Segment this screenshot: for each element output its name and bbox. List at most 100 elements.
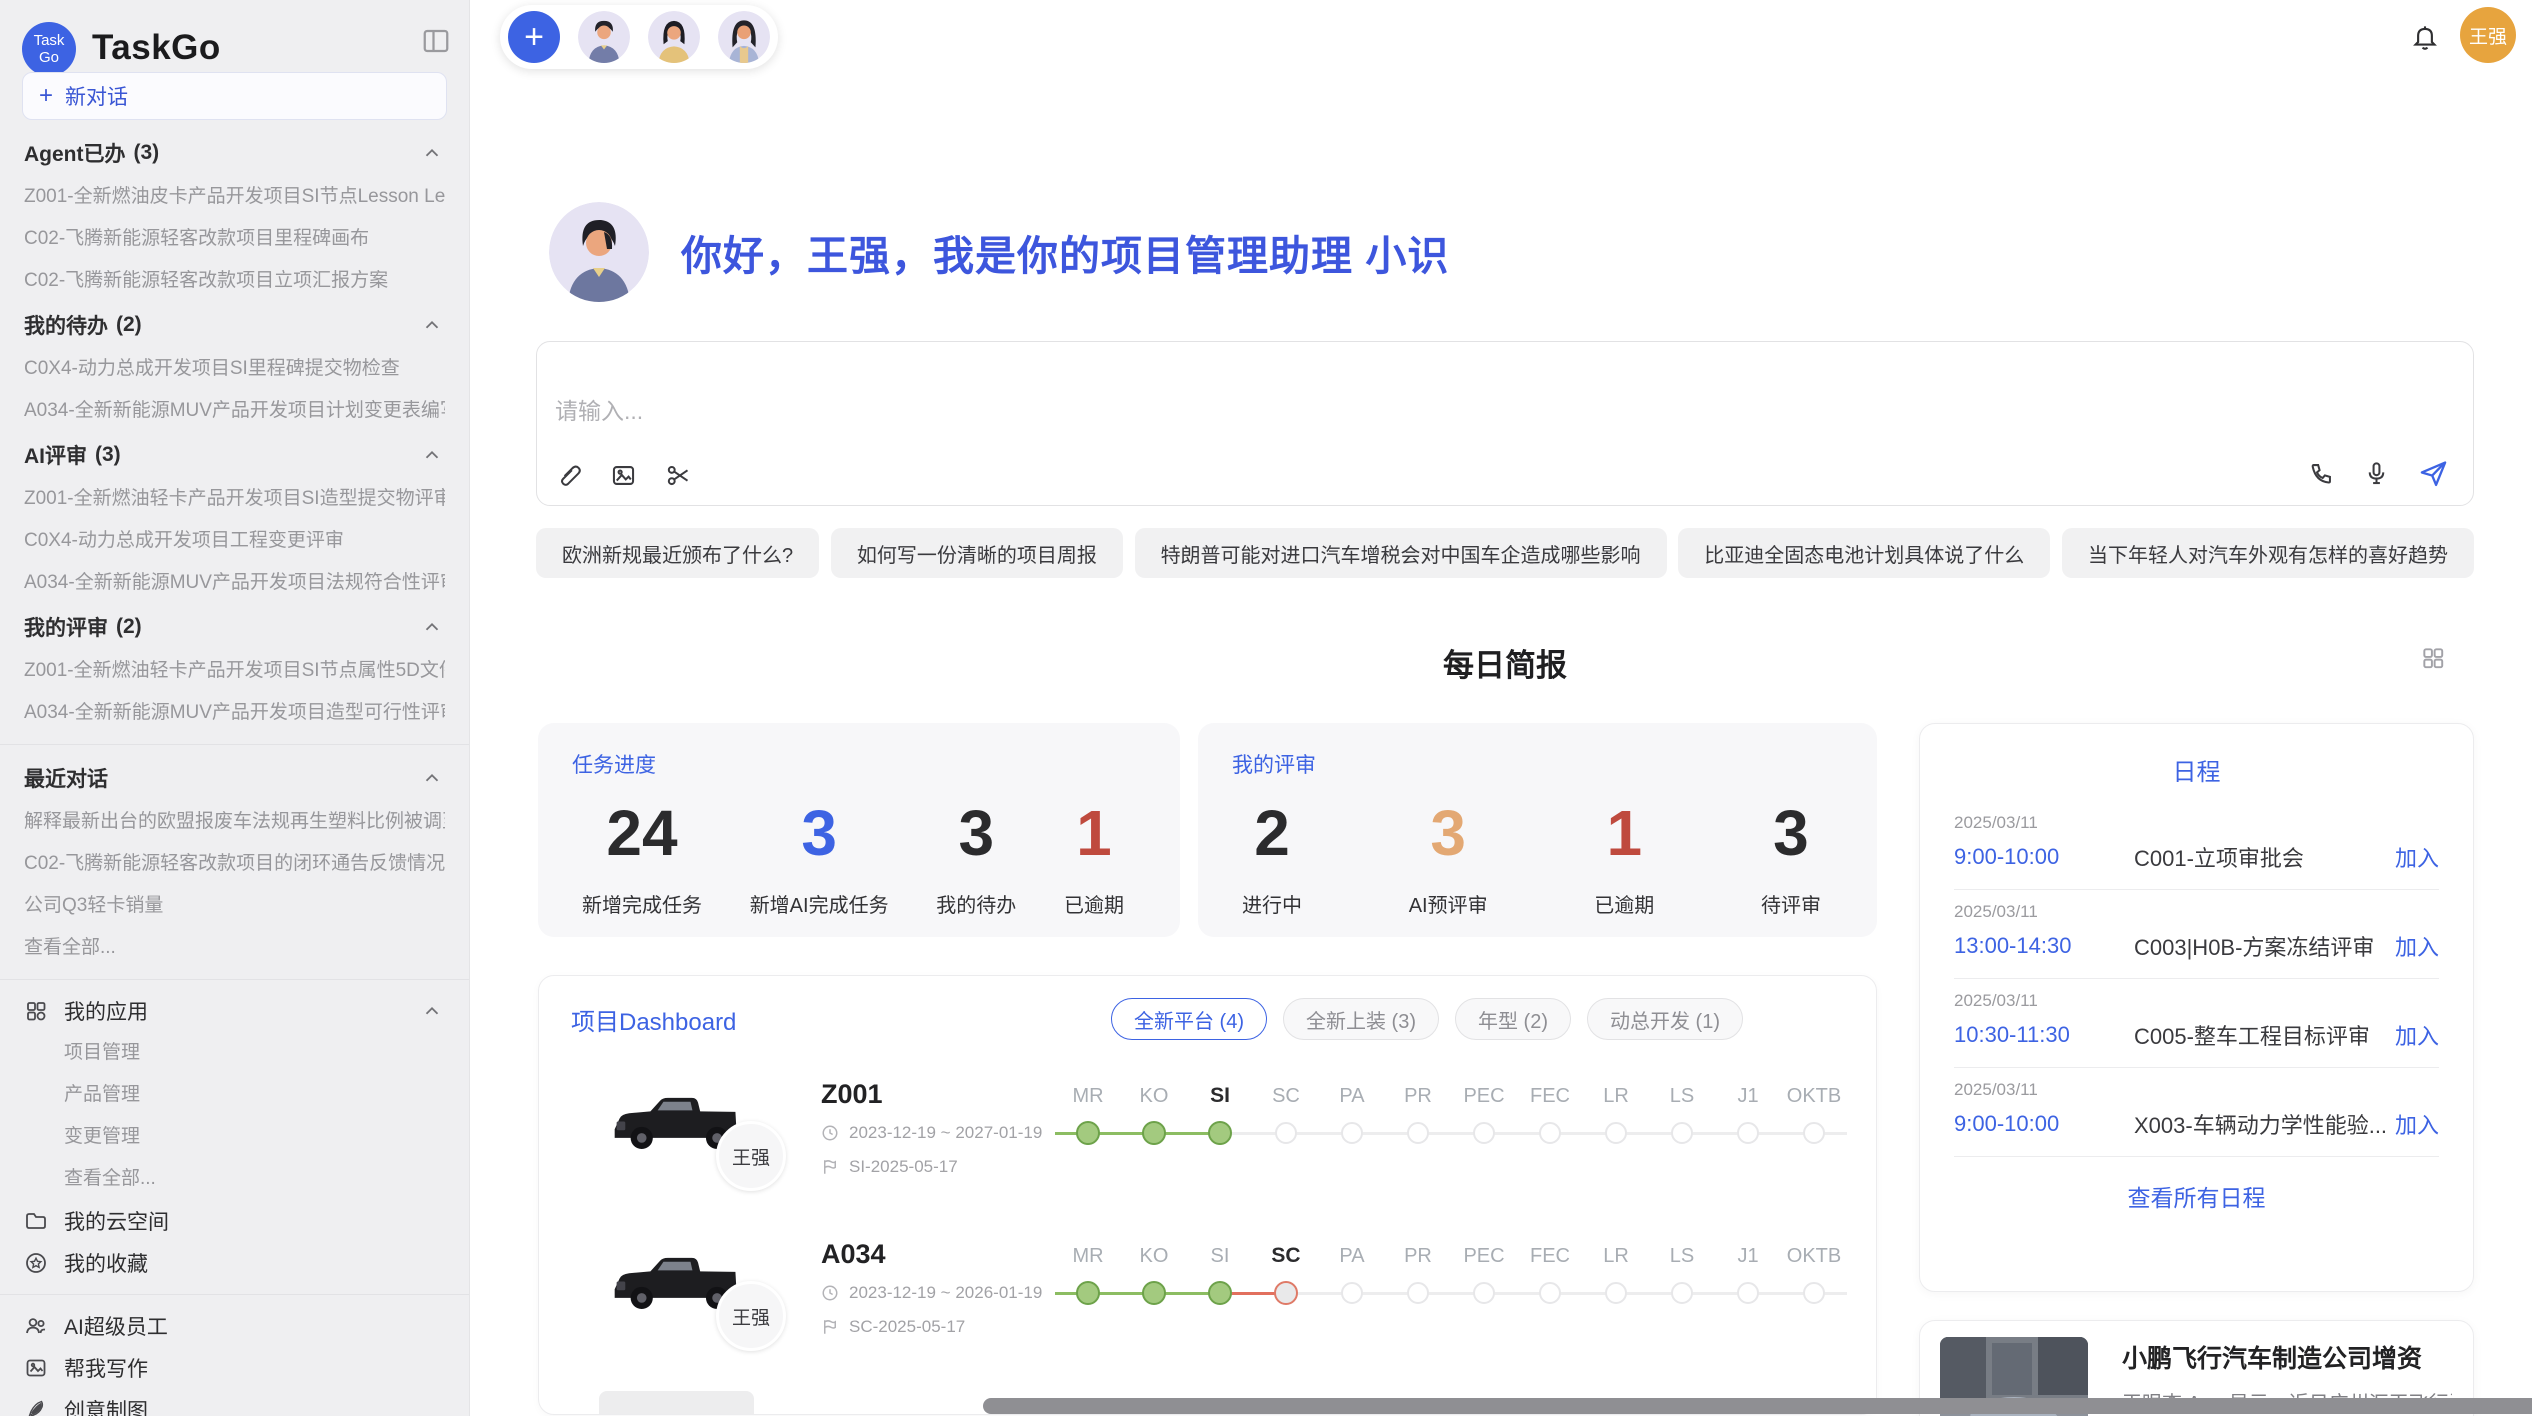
sidebar-list-item[interactable]: Z001-全新燃油皮卡产品开发项目SI节点Lesson Learn报告 — [24, 176, 445, 218]
sidebar-collapse-icon[interactable] — [421, 26, 451, 56]
sidebar-list-item[interactable]: 解释最新出台的欧盟报废车法规再生塑料比例被调至15%... — [24, 801, 445, 843]
sidebar-item-favorites[interactable]: 我的收藏 — [24, 1242, 445, 1284]
milestone-node[interactable] — [1671, 1122, 1693, 1144]
milestone-node[interactable] — [1142, 1281, 1166, 1305]
sidebar-list-item[interactable]: Z001-全新燃油轻卡产品开发项目SI节点属性5D文件评审 — [24, 650, 445, 692]
sidebar-list-item[interactable]: 查看全部... — [24, 927, 445, 969]
suggestion-chip[interactable]: 比亚迪全固态电池计划具体说了什么 — [1678, 528, 2050, 578]
chevron-up-icon[interactable] — [421, 616, 443, 638]
sidebar-sub-item[interactable]: 项目管理 — [64, 1032, 445, 1074]
milestone-node[interactable] — [1076, 1281, 1100, 1305]
join-link[interactable]: 加入 — [2395, 841, 2439, 873]
view-all-schedule-link[interactable]: 查看所有日程 — [1954, 1156, 2439, 1213]
sidebar-list-item[interactable]: A034-全新新能源MUV产品开发项目计划变更表编写 — [24, 390, 445, 432]
sidebar-list-item[interactable]: A034-全新新能源MUV产品开发项目法规符合性评审 — [24, 562, 445, 604]
sidebar-list-item[interactable]: 公司Q3轻卡销量 — [24, 885, 445, 927]
chat-input-card[interactable] — [536, 341, 2474, 506]
milestone-node-row — [1715, 1271, 1781, 1315]
milestone-label: FEC — [1517, 1241, 1583, 1271]
sidebar-list-item[interactable]: Z001-全新燃油轻卡产品开发项目SI造型提交物评审 — [24, 478, 445, 520]
stat-item: 1 已逾期 — [1594, 791, 1654, 918]
section-header-my-review[interactable]: 我的评审 (2) — [24, 604, 445, 650]
milestone-node-row — [1649, 1271, 1715, 1315]
sidebar-item-ai-staff[interactable]: AI超级员工 — [24, 1305, 445, 1347]
sidebar-sub-item[interactable]: 查看全部... — [64, 1158, 445, 1200]
milestone-node[interactable] — [1142, 1121, 1166, 1145]
chat-input[interactable] — [555, 398, 1755, 425]
join-link[interactable]: 加入 — [2395, 1019, 2439, 1051]
chevron-up-icon[interactable] — [421, 1000, 443, 1022]
milestone-node[interactable] — [1076, 1121, 1100, 1145]
milestone-node[interactable] — [1539, 1122, 1561, 1144]
image-upload-icon[interactable] — [610, 462, 637, 489]
milestone-node[interactable] — [1341, 1282, 1363, 1304]
sidebar-list-item[interactable]: C02-飞腾新能源轻客改款项目的闭环通告反馈情况 — [24, 843, 445, 885]
sidebar-list-item[interactable]: C0X4-动力总成开发项目SI里程碑提交物检查 — [24, 348, 445, 390]
milestone-node[interactable] — [1473, 1122, 1495, 1144]
milestone-node[interactable] — [1275, 1122, 1297, 1144]
join-link[interactable]: 加入 — [2395, 930, 2439, 962]
stat-value: 3 — [1409, 791, 1488, 875]
sidebar-list-item[interactable]: C02-飞腾新能源轻客改款项目里程碑画布 — [24, 218, 445, 260]
new-chat-button[interactable]: + 新对话 — [22, 72, 447, 120]
milestone-node[interactable] — [1473, 1282, 1495, 1304]
milestone-node[interactable] — [1737, 1122, 1759, 1144]
section-header-my-todo[interactable]: 我的待办 (2) — [24, 302, 445, 348]
project-dates-text: 2023-12-19 ~ 2026-01-19 — [849, 1283, 1042, 1303]
milestone-node[interactable] — [1671, 1282, 1693, 1304]
dashboard-tab[interactable]: 年型 (2) — [1455, 998, 1571, 1040]
milestone-node[interactable] — [1274, 1281, 1298, 1305]
sidebar-item-creative-draw[interactable]: 创意制图 — [24, 1389, 445, 1416]
scissors-icon[interactable] — [665, 462, 692, 489]
dashboard-tab[interactable]: 全新上装 (3) — [1283, 998, 1439, 1040]
horizontal-scrollbar[interactable] — [983, 1398, 2532, 1414]
dashboard-tab[interactable]: 全新平台 (4) — [1111, 998, 1267, 1040]
stat-item: 3 AI预评审 — [1409, 791, 1488, 918]
milestone-node[interactable] — [1407, 1282, 1429, 1304]
chevron-up-icon[interactable] — [421, 142, 443, 164]
suggestion-chip[interactable]: 如何写一份清晰的项目周报 — [831, 528, 1123, 578]
milestone-node[interactable] — [1539, 1282, 1561, 1304]
project-dashboard-card: 项目Dashboard 全新平台 (4)全新上装 (3)年型 (2)动总开发 (… — [538, 975, 1877, 1415]
milestone-node[interactable] — [1208, 1281, 1232, 1305]
milestone-label: PEC — [1451, 1241, 1517, 1271]
sidebar-item-write-helper[interactable]: 帮我写作 — [24, 1347, 445, 1389]
milestone-node[interactable] — [1605, 1122, 1627, 1144]
send-icon[interactable] — [2418, 458, 2449, 489]
dashboard-tab[interactable]: 动总开发 (1) — [1587, 998, 1743, 1040]
task-progress-card: 任务进度 24 新增完成任务 3 新增AI完成任务 — [538, 723, 1180, 937]
milestone-node[interactable] — [1737, 1282, 1759, 1304]
project-name: Z001 — [821, 1079, 883, 1110]
chevron-up-icon[interactable] — [421, 444, 443, 466]
my-review-card: 我的评审 2 进行中 3 AI预评审 — [1198, 723, 1877, 937]
milestone-node[interactable] — [1341, 1122, 1363, 1144]
phone-icon[interactable] — [2308, 460, 2335, 487]
sidebar-sub-item[interactable]: 变更管理 — [64, 1116, 445, 1158]
milestone-node[interactable] — [1407, 1122, 1429, 1144]
suggestion-chip[interactable]: 欧洲新规最近颁布了什么? — [536, 528, 819, 578]
attachment-icon[interactable] — [555, 462, 582, 489]
suggestion-chip[interactable]: 特朗普可能对进口汽车增税会对中国车企造成哪些影响 — [1135, 528, 1667, 578]
folder-icon — [24, 1209, 48, 1233]
milestone-node[interactable] — [1803, 1282, 1825, 1304]
sidebar-sub-item[interactable]: 产品管理 — [64, 1074, 445, 1116]
milestone-node[interactable] — [1803, 1122, 1825, 1144]
section-header-agent-done[interactable]: Agent已办 (3) — [24, 130, 445, 176]
milestone-node[interactable] — [1605, 1282, 1627, 1304]
section-header-recent[interactable]: 最近对话 — [24, 755, 445, 801]
chevron-up-icon[interactable] — [421, 314, 443, 336]
microphone-icon[interactable] — [2363, 460, 2390, 487]
sidebar-list-item[interactable]: C0X4-动力总成开发项目工程变更评审 — [24, 520, 445, 562]
sidebar-list-item[interactable]: A034-全新新能源MUV产品开发项目造型可行性评审 — [24, 692, 445, 734]
milestone-node[interactable] — [1208, 1121, 1232, 1145]
sidebar-list-item[interactable]: C02-飞腾新能源轻客改款项目立项汇报方案 — [24, 260, 445, 302]
suggestion-chip[interactable]: 当下年轻人对汽车外观有怎样的喜好趋势 — [2062, 528, 2474, 578]
layout-grid-icon[interactable] — [2420, 645, 2446, 671]
sidebar-item-cloud-space[interactable]: 我的云空间 — [24, 1200, 445, 1242]
join-link[interactable]: 加入 — [2395, 1108, 2439, 1140]
section-header-ai-review[interactable]: AI评审 (3) — [24, 432, 445, 478]
sidebar-item-my-apps[interactable]: 我的应用 — [24, 990, 445, 1032]
section-title: 最近对话 — [24, 763, 108, 793]
section-items-my-review: Z001-全新燃油轻卡产品开发项目SI节点属性5D文件评审A034-全新新能源M… — [24, 650, 445, 734]
chevron-up-icon[interactable] — [421, 767, 443, 789]
